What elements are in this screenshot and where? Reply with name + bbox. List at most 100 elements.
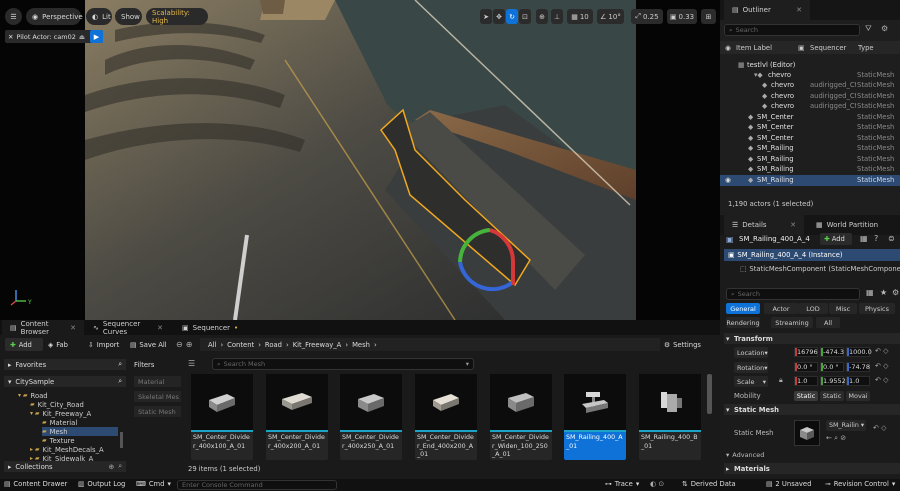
outliner-row[interactable]: ◆ SM_Center StaticMesh [720,122,900,133]
details-filter-tab[interactable]: LOD [798,303,828,314]
lit-button[interactable]: ◐ Lit [86,8,112,25]
collections-header[interactable]: ▸ Collections ⊕ ⌕ [4,461,126,472]
translate-tool-button[interactable]: ✥ [493,9,505,24]
console-input[interactable]: Enter Console Command [177,480,337,490]
header-item-label[interactable]: Item Label [736,44,772,52]
filter-static-mesh[interactable]: Static Mesh [134,406,181,417]
eye-icon[interactable]: ◉ [725,176,731,184]
rotation-z-field[interactable]: -74.78 [846,362,870,372]
settings-icon[interactable]: ⚙ [881,24,892,36]
static-mesh-thumbnail[interactable] [794,420,820,446]
outliner-row[interactable]: ◆ SM_Center StaticMesh [720,133,900,144]
asset-tile[interactable]: SM_Railing_400_B_01 [639,374,701,460]
tab-sequencer[interactable]: ▣ Sequencer • [174,320,238,335]
folder-tree-item[interactable]: ▰ Material [42,418,77,427]
trace-button[interactable]: ⊶ Trace ▾ [605,480,639,488]
notifications-icon[interactable]: ◐ ⊙ [650,480,664,488]
reset-scale-icon[interactable]: ↶ ◇ [875,376,888,384]
outliner-row[interactable]: ◆ SM_Railing StaticMesh [720,143,900,154]
blueprint-icon[interactable]: ▦ [860,234,868,243]
perspective-button[interactable]: ◉ Perspective [26,8,83,25]
asset-tile[interactable]: SM_Center_Divider_400x250_A_01 [340,374,402,460]
star-icon[interactable]: ★ [880,288,887,297]
outliner-row[interactable]: ▦ testlvl (Editor) [720,60,900,71]
filter-material[interactable]: Material [134,376,181,387]
instance-row[interactable]: ▣ SM_Railing_400_A_4 (Instance) [724,249,900,261]
location-dropdown[interactable]: Location ▾ [734,347,768,358]
breadcrumb-all[interactable]: All [208,341,216,349]
outliner-row[interactable]: ◆ ◉ SM_Railing StaticMesh [720,175,900,186]
browse-asset-icon[interactable]: ← ⌕ ⊘ [826,434,846,443]
folder-tree-item[interactable]: ▰ Mesh [42,427,118,436]
forward-icon[interactable]: ⊕ [186,340,193,349]
scale-y-field[interactable]: 1.9552 [820,376,846,386]
show-button[interactable]: Show [115,8,142,25]
outliner-row[interactable]: ▾◆ chevro StaticMesh [720,70,900,81]
eject-icon[interactable]: ⏏ [79,33,85,41]
unsaved-button[interactable]: ▤ 2 Unsaved [766,480,811,488]
search-icon[interactable]: ⌕ [118,377,126,386]
outliner-row[interactable]: ◆ SM_Railing StaticMesh [720,154,900,165]
advanced-expander[interactable]: ▾ Advanced [726,451,764,459]
materials-section[interactable]: ▸ Materials [724,463,900,474]
search-icon[interactable]: ⌕ [118,360,126,369]
breadcrumb-road[interactable]: Road [265,341,282,349]
tree-scrollbar[interactable] [120,432,123,448]
details-filter-tab[interactable]: Streaming [771,317,813,328]
tab-world-partition[interactable]: ▦ World Partition [808,215,898,235]
camera-lock-button[interactable]: ▶ [90,30,103,43]
save-all-button[interactable]: ▤ Save All [130,338,174,351]
mobility-stationary-option[interactable]: Static [820,391,844,401]
back-icon[interactable]: ⊖ [176,340,183,349]
static-mesh-section[interactable]: ▾ Static Mesh [724,404,900,415]
outliner-row[interactable]: ◆chevro audirigged_CtrlStaticMesh [720,91,900,102]
reset-static-mesh-icon[interactable]: ↶ ◇ [873,424,886,432]
filter-icon[interactable]: ⛛ [865,24,876,36]
cmd-dropdown[interactable]: ⌨ Cmd ▾ [136,480,171,488]
actor-name[interactable]: SM_Railing_400_A_4 [739,235,819,243]
asset-tile[interactable]: SM_Center_Divider_End_400x200_A_01 [415,374,477,460]
header-type[interactable]: Type [858,44,874,52]
fab-button[interactable]: ◈ Fab [48,338,80,351]
close-icon[interactable]: ✕ [790,221,796,229]
favorites-header[interactable]: ▸ Favorites ⌕ [4,359,126,370]
import-button[interactable]: ⇩ Import [88,338,126,351]
add-collection-icon[interactable]: ⊕ [108,463,114,471]
location-z-field[interactable]: 1000.0 [846,347,872,357]
rotate-tool-button[interactable]: ↻ [506,9,518,24]
folder-tree-item[interactable]: ▰ Kit_City_Road [30,400,84,409]
mobility-static-option[interactable]: Static [794,391,818,401]
details-filter-tab[interactable]: Rendering [726,317,760,328]
outliner-row[interactable]: ◆chevro audirigged_CtrlStaticMesh [720,80,900,91]
asset-tile[interactable]: SM_Center_Divider_400x200_A_01 [266,374,328,460]
select-tool-button[interactable]: ➤ [480,9,492,24]
asset-tile[interactable]: SM_Center_Divider_400x100_A_01 [191,374,253,460]
settings-icon[interactable]: ⚙ [892,288,899,297]
help-icon[interactable]: ? [874,234,878,243]
eye-icon[interactable]: ◉ [725,44,731,52]
details-filter-tab[interactable]: Actor [764,303,798,314]
scale-z-field[interactable]: 1.0 [846,376,870,386]
citysample-header[interactable]: ▾ CitySample ⌕ [4,376,126,387]
asset-scrollbar[interactable] [707,374,712,414]
scale-x-field[interactable]: 1.0 [794,376,818,386]
surface-snap-button[interactable]: ⊥ [551,9,563,24]
component-row[interactable]: ⬚ StaticMeshComponent (StaticMeshComponen… [740,263,900,275]
grid-view-icon[interactable]: ▦ [866,288,874,297]
output-log-button[interactable]: ▥ Output Log [78,480,125,488]
outliner-row[interactable]: ◆ SM_Railing StaticMesh [720,164,900,175]
content-drawer-button[interactable]: ▤ Content Drawer [4,480,67,488]
close-icon[interactable]: ✕ [796,6,802,14]
search-icon[interactable]: ⌕ [118,462,126,471]
mobility-movable-option[interactable]: Movai [846,391,870,401]
revision-control-button[interactable]: ⊸ Revision Control ▾ [825,480,895,488]
breadcrumb-content[interactable]: Content [227,341,254,349]
close-icon[interactable]: ✕ [70,324,76,332]
location-y-field[interactable]: -474.3 [820,347,844,357]
rotation-dropdown[interactable]: Rotation ▾ [734,362,768,373]
maximize-viewport-button[interactable]: ⊞ [701,9,716,24]
world-local-button[interactable]: ⊕ [536,9,548,24]
reset-location-icon[interactable]: ↶ ◇ [875,347,888,355]
scale-dropdown[interactable]: Scale ▾ [734,376,768,387]
folder-tree-item[interactable]: ▰ Texture [42,436,75,445]
